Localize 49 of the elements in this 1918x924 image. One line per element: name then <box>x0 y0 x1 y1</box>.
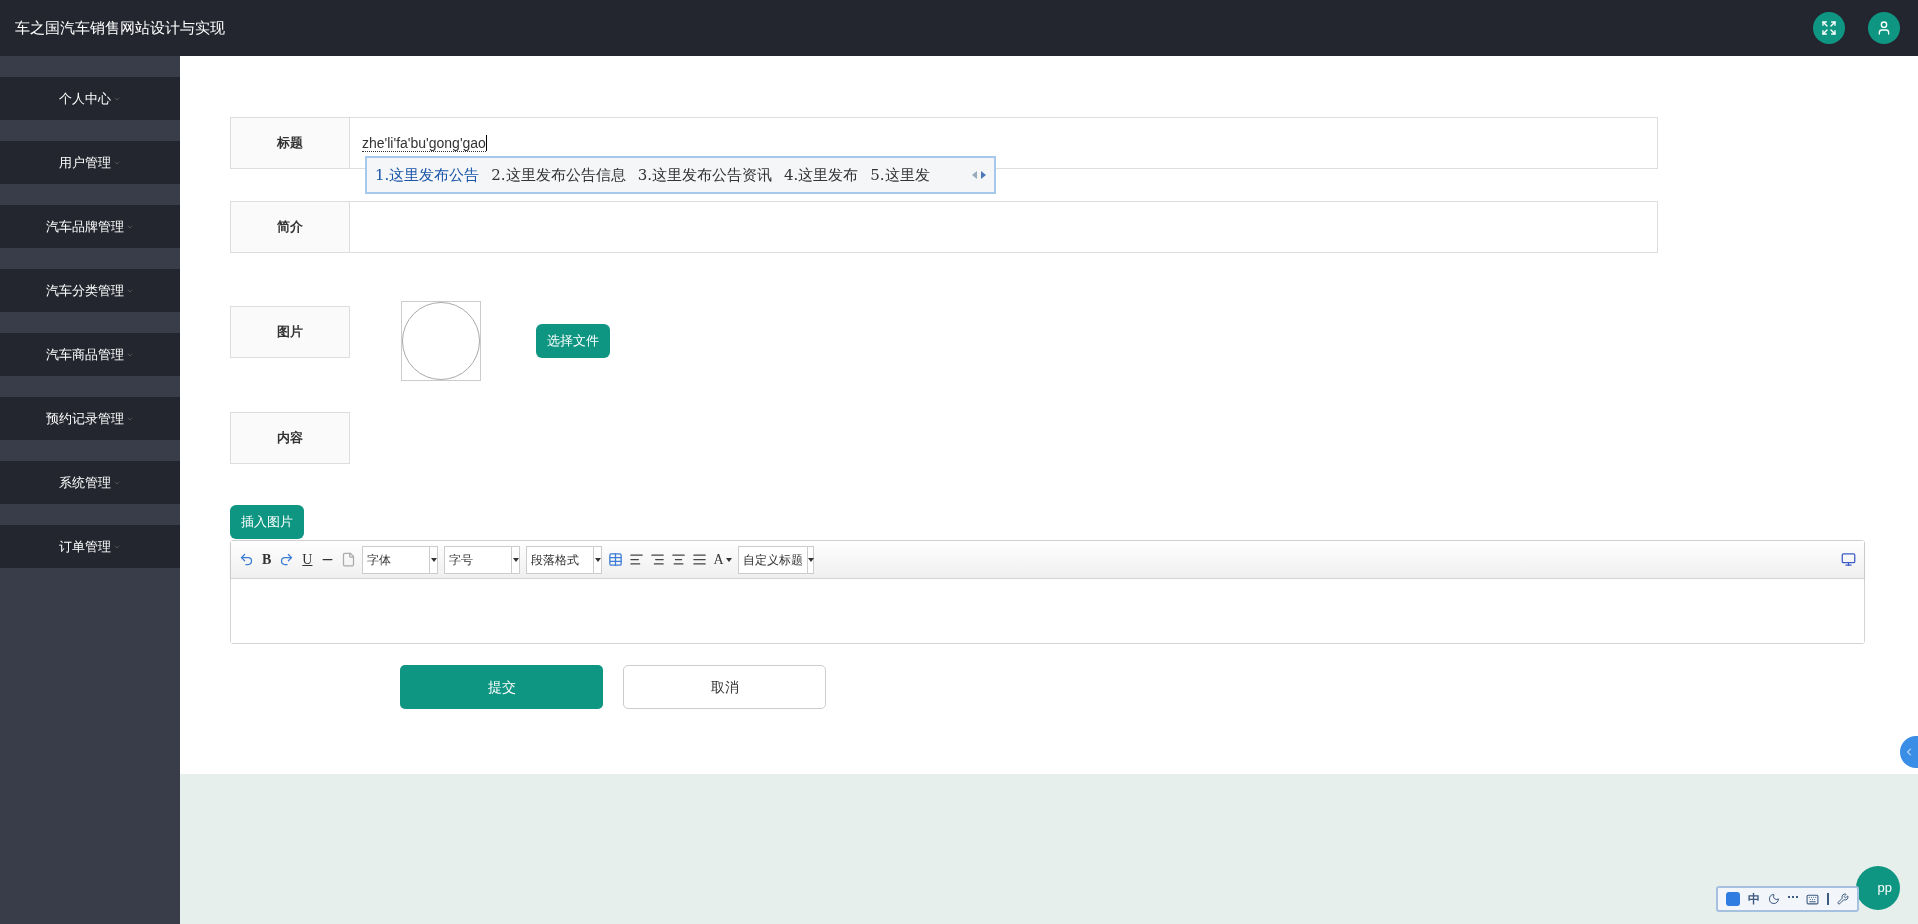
align-center-icon[interactable] <box>671 552 687 567</box>
field-label: 简介 <box>230 201 350 253</box>
bold-button[interactable]: B <box>260 549 274 570</box>
sidebar-item[interactable]: 用户管理 <box>0 141 180 184</box>
sidebar-item[interactable]: 汽车商品管理 <box>0 333 180 376</box>
user-button[interactable] <box>1868 12 1900 44</box>
undo-icon[interactable] <box>239 552 254 567</box>
underline-button[interactable]: U <box>300 549 315 570</box>
input-text: zhe'li'fa'bu'gong'gao <box>362 134 486 152</box>
submit-button[interactable]: 提交 <box>400 665 603 709</box>
monitor-icon[interactable] <box>1841 552 1856 567</box>
wrench-icon[interactable] <box>1837 893 1849 905</box>
field-label: 内容 <box>230 412 350 464</box>
choose-file-button[interactable]: 选择文件 <box>536 324 610 358</box>
app-bubble[interactable]: pp <box>1856 866 1900 910</box>
collapse-tab[interactable] <box>1900 736 1918 768</box>
sidebar-item[interactable]: 个人中心 <box>0 77 180 120</box>
align-right-icon[interactable] <box>650 552 666 567</box>
toolbar-dropdown[interactable]: 字体 <box>362 545 439 574</box>
caret-icon <box>512 557 519 562</box>
sidebar-item[interactable]: 汽车品牌管理 <box>0 205 180 248</box>
align-left-icon[interactable] <box>629 552 645 567</box>
ime-mode-toggle[interactable]: 中 <box>1748 890 1760 908</box>
font-color-button[interactable]: A <box>713 549 732 570</box>
caret-icon <box>594 557 601 562</box>
toolbar-dropdown[interactable]: 自定义标题 <box>737 545 814 574</box>
toolbar-dropdown[interactable]: 段落格式 <box>526 545 603 574</box>
align-justify-icon[interactable] <box>692 552 708 567</box>
keyboard-icon[interactable] <box>1806 892 1819 906</box>
caret-icon <box>807 557 814 562</box>
sidebar-item[interactable]: 汽车分类管理 <box>0 269 180 312</box>
field-label: 图片 <box>230 306 350 358</box>
moon-icon[interactable] <box>1768 893 1780 905</box>
site-title: 车之国汽车销售网站设计与实现 <box>15 17 226 38</box>
caret-icon <box>430 557 437 562</box>
sidebar-item[interactable]: 预约记录管理 <box>0 397 180 440</box>
insert-image-button[interactable]: 插入图片 <box>230 505 304 539</box>
cancel-button[interactable]: 取消 <box>623 665 826 709</box>
fullscreen-button[interactable] <box>1813 12 1845 44</box>
user-icon <box>1876 20 1892 36</box>
page-arrows-icon[interactable] <box>971 171 986 179</box>
toolbar-dropdown[interactable]: 字号 <box>444 545 521 574</box>
caret-icon <box>725 557 732 562</box>
field-label: 标题 <box>230 117 350 169</box>
sidebar-item[interactable]: 订单管理 <box>0 525 180 568</box>
sidebar-item[interactable]: 系统管理 <box>0 461 180 504</box>
table-icon[interactable] <box>608 552 624 567</box>
redo-icon[interactable] <box>279 552 295 567</box>
expand-icon <box>1821 20 1837 36</box>
